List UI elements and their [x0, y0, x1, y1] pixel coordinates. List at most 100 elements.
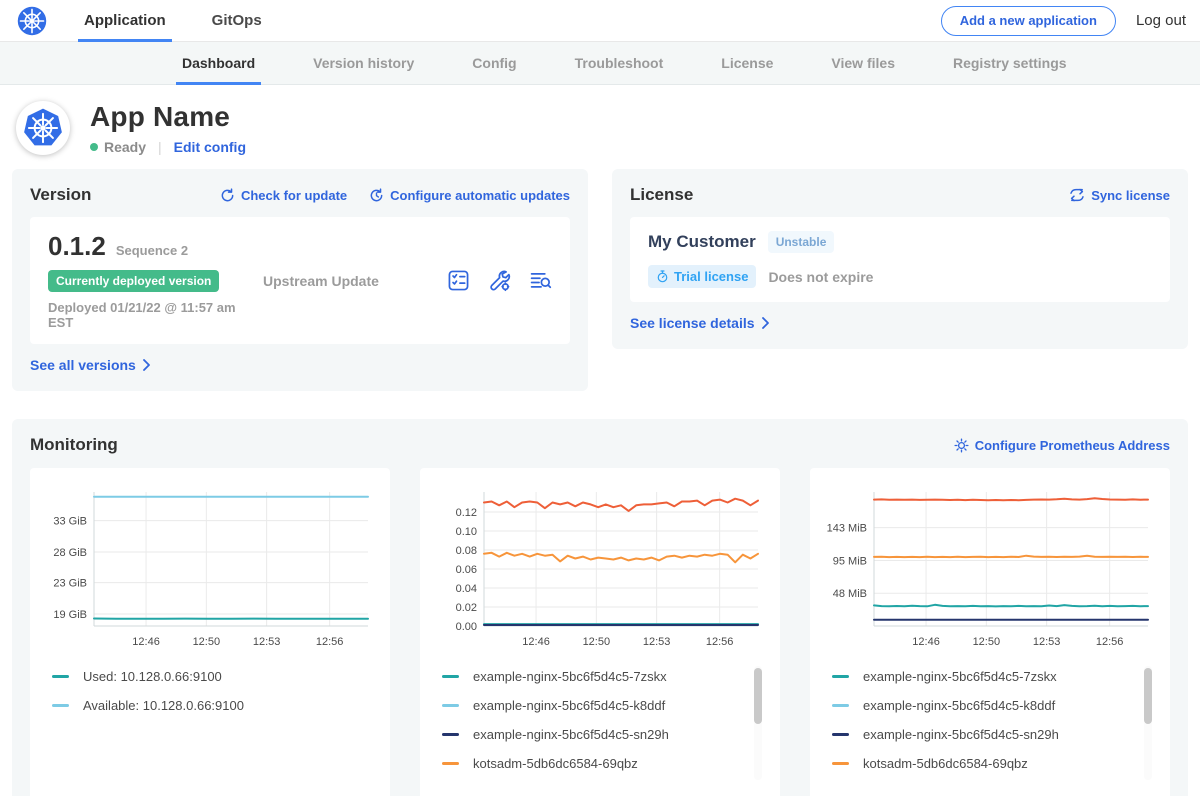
legend-swatch [832, 704, 849, 707]
channel-badge: Unstable [768, 231, 835, 253]
deploy-logs-icon[interactable] [529, 269, 552, 292]
disk-usage-panel: 33 GiB28 GiB23 GiB19 GiB12:4612:5012:531… [30, 468, 390, 796]
legend-label: Used: 10.128.0.66:9100 [83, 669, 222, 684]
topnav-tab-gitops[interactable]: GitOps [206, 0, 268, 42]
svg-text:19 GiB: 19 GiB [53, 609, 87, 621]
see-license-details-link[interactable]: See license details [630, 315, 770, 331]
legend-label: example-nginx-5bc6f5d4c5-sn29h [473, 727, 669, 742]
disk-usage-title: Disk Usage [42, 784, 378, 796]
configure-automatic-updates-link[interactable]: Configure automatic updates [369, 188, 570, 203]
tab-registry-settings-label: Registry settings [953, 55, 1067, 71]
legend-item: example-nginx-5bc6f5d4c5-sn29h [442, 720, 762, 749]
tab-license[interactable]: License [715, 42, 779, 84]
svg-text:0.02: 0.02 [456, 602, 477, 614]
monitoring-title: Monitoring [30, 435, 954, 455]
svg-text:12:56: 12:56 [706, 636, 734, 648]
cpu-usage-legend: example-nginx-5bc6f5d4c5-7zskx example-n… [442, 662, 762, 784]
chevron-right-icon [142, 359, 151, 371]
memory-usage-title: Memory Usage [822, 784, 1158, 796]
svg-text:95 MiB: 95 MiB [833, 555, 867, 567]
legend-label: example-nginx-5bc6f5d4c5-7zskx [473, 669, 667, 684]
license-card-title: License [630, 185, 1069, 205]
tab-dashboard-label: Dashboard [182, 55, 255, 71]
sync-license-label: Sync license [1091, 188, 1170, 203]
version-source-label: Upstream Update [263, 273, 447, 289]
svg-text:143 MiB: 143 MiB [827, 523, 867, 535]
legend-swatch [832, 733, 849, 736]
legend-swatch [832, 675, 849, 678]
refresh-icon [220, 188, 235, 203]
preflight-checks-icon[interactable] [447, 269, 470, 292]
memory-usage-panel: 143 MiB95 MiB48 MiB12:4612:5012:5312:56 … [810, 468, 1170, 796]
monitoring-card: Monitoring Configure Prometheus Address … [12, 419, 1188, 796]
legend-label: example-nginx-5bc6f5d4c5-k8ddf [863, 698, 1055, 713]
tab-troubleshoot-label: Troubleshoot [575, 55, 664, 71]
legend-swatch [832, 762, 849, 765]
legend-scrollbar-thumb[interactable] [1144, 668, 1152, 724]
legend-swatch [442, 675, 459, 678]
tab-troubleshoot[interactable]: Troubleshoot [569, 42, 670, 84]
sync-license-link[interactable]: Sync license [1069, 188, 1170, 203]
cpu-usage-chart: 0.120.100.080.060.040.020.0012:4612:5012… [432, 482, 766, 652]
svg-text:12:50: 12:50 [973, 636, 1001, 648]
chevron-right-icon [761, 317, 770, 329]
legend-item: example-nginx-5bc6f5d4c5-k8ddf [832, 691, 1152, 720]
svg-text:28 GiB: 28 GiB [53, 547, 87, 559]
legend-scrollbar-thumb[interactable] [754, 668, 762, 724]
legend-label: kotsadm-5db6dc6584-69qbz [473, 756, 638, 771]
tab-config[interactable]: Config [466, 42, 522, 84]
svg-text:0.00: 0.00 [456, 621, 477, 633]
tab-view-files[interactable]: View files [825, 42, 901, 84]
tab-dashboard[interactable]: Dashboard [176, 42, 261, 84]
status-badge: Ready [104, 139, 146, 155]
configure-prometheus-link[interactable]: Configure Prometheus Address [954, 438, 1170, 453]
svg-text:12:53: 12:53 [643, 636, 671, 648]
app-icon [16, 101, 70, 155]
legend-item: kotsadm-5db6dc6584-69qbz [832, 749, 1152, 778]
logout-button[interactable]: Log out [1136, 12, 1186, 29]
tab-registry-settings[interactable]: Registry settings [947, 42, 1073, 84]
tab-version-history[interactable]: Version history [307, 42, 420, 84]
legend-label: example-nginx-5bc6f5d4c5-sn29h [863, 727, 1059, 742]
legend-label: example-nginx-5bc6f5d4c5-k8ddf [473, 698, 665, 713]
see-license-details-label: See license details [630, 315, 755, 331]
version-card-title: Version [30, 185, 220, 205]
kubernetes-logo-icon[interactable] [16, 5, 48, 37]
clock-refresh-icon [369, 188, 384, 203]
svg-text:12:46: 12:46 [912, 636, 940, 648]
legend-item: Available: 10.128.0.66:9100 [52, 691, 372, 720]
legend-swatch [52, 704, 69, 707]
legend-label: Available: 10.128.0.66:9100 [83, 698, 244, 713]
memory-usage-chart: 143 MiB95 MiB48 MiB12:4612:5012:5312:56 [822, 482, 1156, 652]
deployed-timestamp: Deployed 01/21/22 @ 11:57 am EST [48, 300, 263, 330]
legend-item: Used: 10.128.0.66:9100 [52, 662, 372, 691]
cpu-usage-title: CPU Usage [432, 784, 768, 796]
status-dot [90, 143, 98, 151]
sync-icon [1069, 188, 1085, 202]
config-wrench-icon[interactable] [488, 269, 511, 292]
version-card: Version Check for update Configure au [12, 169, 588, 391]
see-all-versions-label: See all versions [30, 357, 136, 373]
check-for-update-link[interactable]: Check for update [220, 188, 347, 203]
svg-text:23 GiB: 23 GiB [53, 578, 87, 590]
add-new-application-button[interactable]: Add a new application [941, 6, 1116, 36]
configure-automatic-updates-label: Configure automatic updates [390, 188, 570, 203]
edit-config-link[interactable]: Edit config [174, 139, 246, 155]
gear-icon [954, 438, 969, 453]
svg-text:0.10: 0.10 [456, 526, 477, 538]
legend-swatch [442, 704, 459, 707]
check-for-update-label: Check for update [241, 188, 347, 203]
see-all-versions-link[interactable]: See all versions [30, 357, 151, 373]
svg-text:12:53: 12:53 [253, 636, 281, 648]
topnav-tab-application[interactable]: Application [78, 0, 172, 42]
svg-text:12:56: 12:56 [316, 636, 344, 648]
divider: | [158, 139, 162, 155]
svg-text:0.04: 0.04 [456, 583, 477, 595]
svg-text:12:50: 12:50 [193, 636, 221, 648]
topnav-tab-application-label: Application [84, 12, 166, 29]
svg-text:33 GiB: 33 GiB [53, 516, 87, 528]
app-sub-nav: Dashboard Version history Config Trouble… [0, 42, 1200, 85]
tab-license-label: License [721, 55, 773, 71]
tab-config-label: Config [472, 55, 516, 71]
license-card: License Sync license My Customer Unstabl… [612, 169, 1188, 349]
